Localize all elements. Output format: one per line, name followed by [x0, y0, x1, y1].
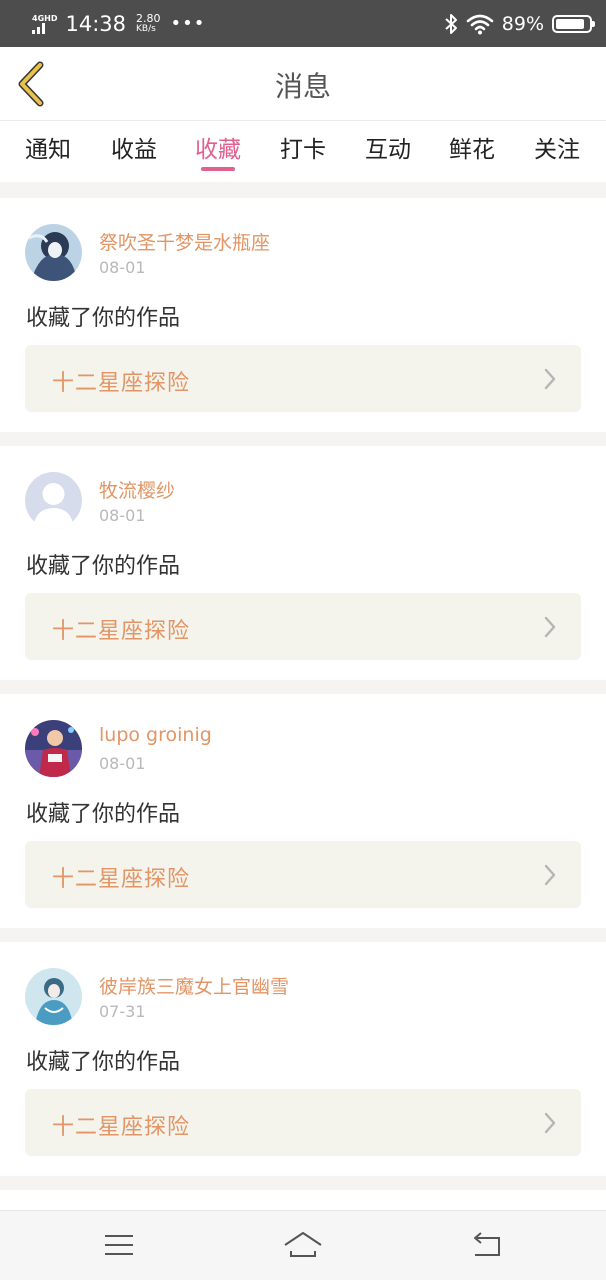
work-title: 十二星座探险	[52, 619, 191, 644]
message-text: 收藏了你的作品	[26, 554, 181, 579]
header-bar: 消息	[0, 47, 606, 121]
tab-notifications[interactable]: 通知	[8, 130, 88, 178]
work-link[interactable]: 十二星座探险	[25, 345, 581, 412]
work-title: 十二星座探险	[52, 371, 191, 396]
home-button[interactable]	[283, 1229, 323, 1261]
tab-checkin[interactable]: 打卡	[263, 130, 343, 178]
tab-label: 收藏	[195, 137, 241, 163]
back-icon	[474, 1232, 500, 1256]
message-date: 08-01	[99, 506, 146, 525]
message-card: 彼岸族三魔女上官幽雪 07-31 收藏了你的作品 十二星座探险	[0, 942, 606, 1176]
tab-indicator	[201, 167, 235, 171]
tab-interactions[interactable]: 互动	[348, 130, 428, 178]
work-link[interactable]: 十二星座探险	[25, 1089, 581, 1156]
network-type: 4GHD	[32, 13, 58, 23]
message-date: 08-01	[99, 258, 146, 277]
tab-label: 打卡	[280, 137, 326, 163]
chevron-right-icon	[544, 864, 556, 886]
message-text: 收藏了你的作品	[26, 802, 181, 827]
home-icon	[284, 1232, 322, 1257]
menu-icon	[105, 1235, 133, 1255]
system-nav-bar	[0, 1210, 606, 1280]
back-nav-button[interactable]	[467, 1229, 507, 1261]
work-link[interactable]: 十二星座探险	[25, 593, 581, 660]
avatar-image	[25, 224, 82, 281]
message-date: 08-01	[99, 754, 146, 773]
avatar-image	[25, 720, 82, 777]
page-title: 消息	[274, 70, 331, 103]
battery-percent: 89%	[501, 12, 544, 35]
work-title: 十二星座探险	[52, 867, 191, 892]
chevron-right-icon	[544, 616, 556, 638]
tab-follows[interactable]: 关注	[517, 130, 597, 178]
speed-value: 2.80	[136, 11, 161, 25]
bluetooth-icon	[445, 13, 457, 34]
username[interactable]: 彼岸族三魔女上官幽雪	[99, 972, 289, 999]
work-title: 十二星座探险	[52, 1115, 191, 1140]
signal-bars-icon	[32, 22, 45, 34]
avatar[interactable]	[25, 472, 82, 529]
tab-favorites[interactable]: 收藏	[178, 130, 258, 178]
network-speed: 2.80 KB/s	[136, 13, 161, 35]
work-link[interactable]: 十二星座探险	[25, 841, 581, 908]
tab-label: 鲜花	[449, 137, 495, 163]
default-avatar-icon	[25, 472, 82, 529]
avatar[interactable]	[25, 720, 82, 777]
tab-flowers[interactable]: 鲜花	[432, 130, 512, 178]
avatar-image	[25, 968, 82, 1025]
signal-indicator: 4GHD	[32, 14, 57, 34]
message-card-partial	[0, 1190, 606, 1210]
chevron-right-icon	[544, 368, 556, 390]
speed-unit: KB/s	[136, 23, 156, 34]
battery-icon	[552, 14, 595, 33]
menu-button[interactable]	[99, 1229, 139, 1261]
tab-label: 通知	[25, 137, 71, 163]
tab-bar: 通知 收益 收藏 打卡 互动 鲜花 关注	[0, 121, 606, 182]
status-bar: 4GHD 14:38 2.80 KB/s ••• 89%	[0, 0, 606, 47]
message-date: 07-31	[99, 1002, 146, 1021]
avatar[interactable]	[25, 968, 82, 1025]
tab-label: 互动	[365, 137, 411, 163]
tab-label: 关注	[534, 137, 580, 163]
message-text: 收藏了你的作品	[26, 306, 181, 331]
wifi-icon	[466, 14, 494, 34]
clock: 14:38	[65, 11, 126, 36]
avatar[interactable]	[25, 224, 82, 281]
username[interactable]: 牧流樱纱	[99, 476, 175, 503]
message-text: 收藏了你的作品	[26, 1050, 181, 1075]
battery-level	[556, 18, 585, 29]
status-right: 89%	[444, 12, 595, 35]
tab-label: 收益	[111, 137, 157, 163]
message-card: lupo groinig 08-01 收藏了你的作品 十二星座探险	[0, 694, 606, 928]
tab-earnings[interactable]: 收益	[94, 130, 174, 178]
username[interactable]: 祭吹圣千梦是水瓶座	[99, 228, 270, 255]
message-card: 牧流樱纱 08-01 收藏了你的作品 十二星座探险	[0, 446, 606, 680]
username[interactable]: lupo groinig	[99, 724, 212, 746]
more-notifications: •••	[170, 13, 206, 34]
message-card: 祭吹圣千梦是水瓶座 08-01 收藏了你的作品 十二星座探险	[0, 198, 606, 432]
chevron-right-icon	[544, 1112, 556, 1134]
